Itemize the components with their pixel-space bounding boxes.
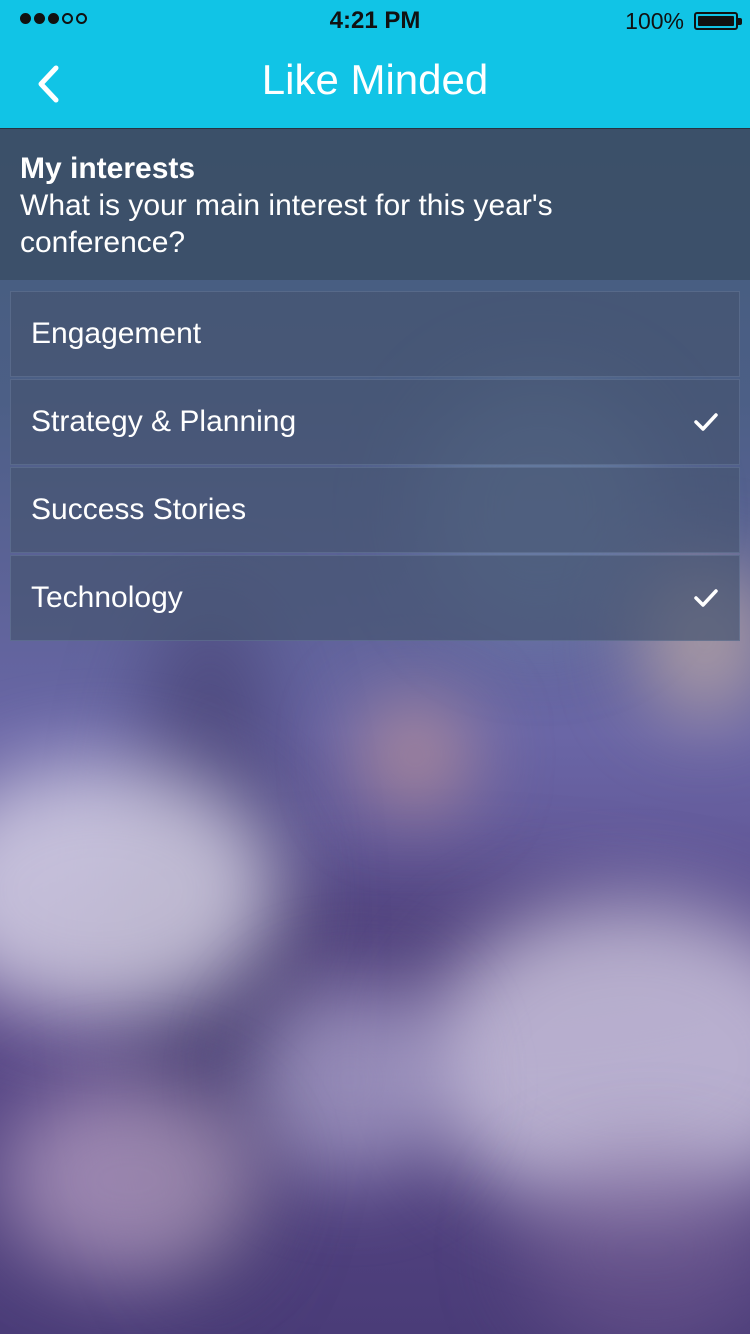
interest-item-engagement[interactable]: Engagement [10,291,740,377]
interest-label: Strategy & Planning [31,405,297,438]
battery-icon [694,12,738,30]
interest-label: Success Stories [31,493,247,526]
battery-tip [738,18,742,25]
top-bar: 4:21 PM 100% Like Minded [0,0,750,128]
checkmark-icon [694,413,718,431]
status-bar: 4:21 PM 100% [0,0,750,40]
interests-header: My interests What is your main interest … [0,128,750,280]
interest-item-strategy-planning[interactable]: Strategy & Planning [10,379,740,465]
checkmark-icon [694,589,718,607]
interest-label: Engagement [31,317,202,350]
interest-label: Technology [31,581,183,614]
section-question: What is your main interest for this year… [20,189,553,259]
interest-item-success-stories[interactable]: Success Stories [10,467,740,553]
interest-item-technology[interactable]: Technology [10,555,740,641]
app-screen: 4:21 PM 100% Like Minded My interests Wh… [0,0,750,1334]
navigation-bar: Like Minded [0,40,750,128]
section-title: My interests [20,152,196,185]
interests-list: Engagement Strategy & Planning Success S… [10,291,740,643]
battery-percentage: 100% [625,8,684,34]
page-title: Like Minded [261,56,489,103]
